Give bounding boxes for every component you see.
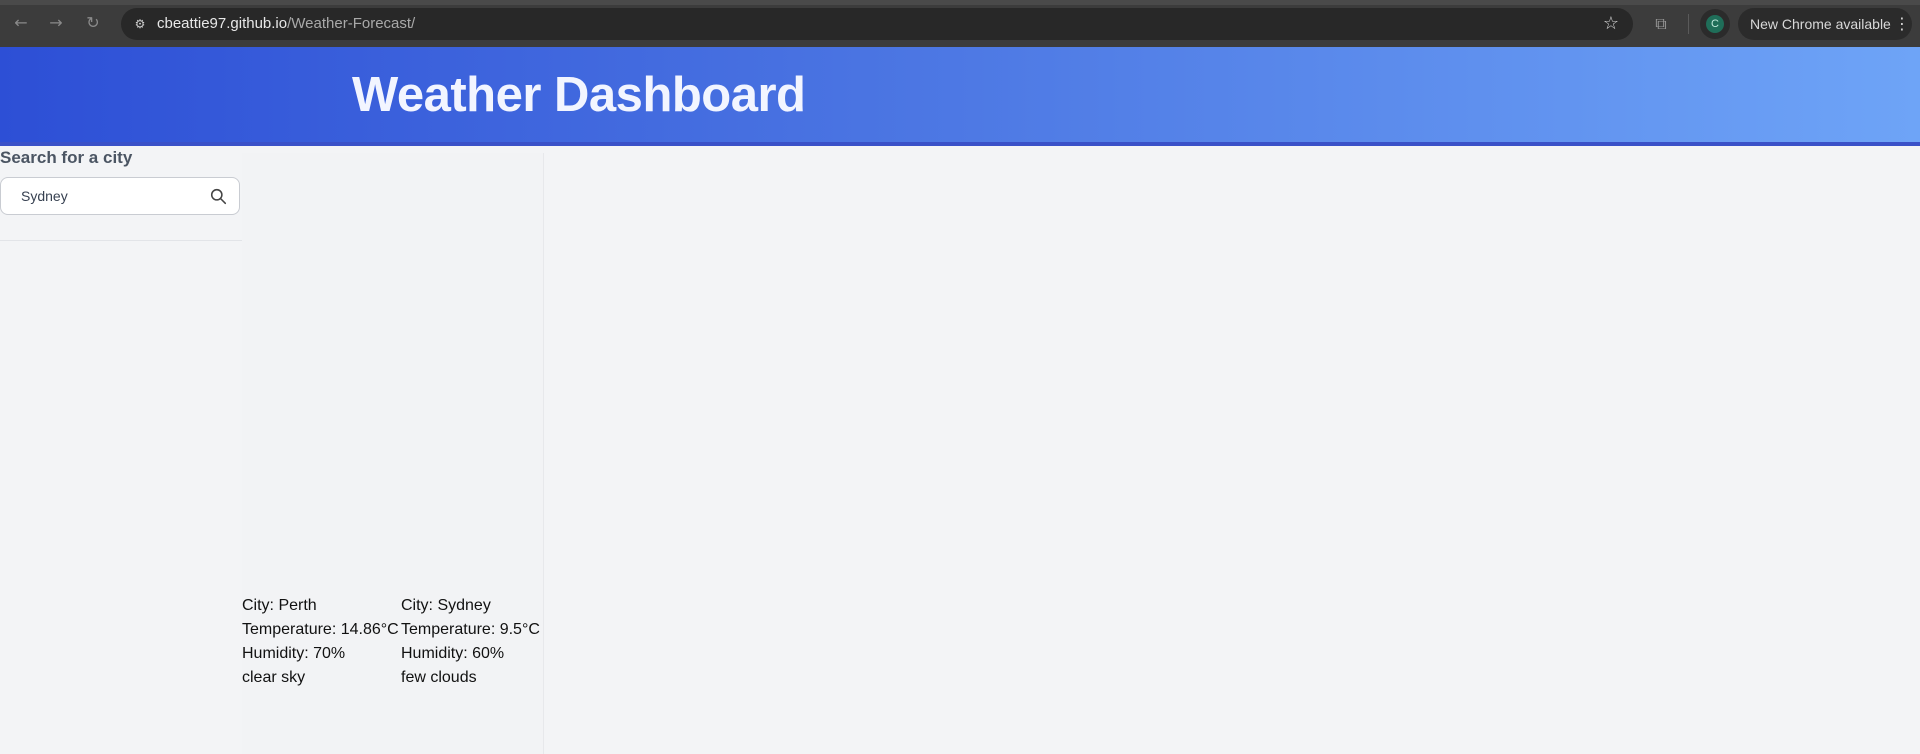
site-info-icon[interactable]: ⚙: [131, 15, 149, 33]
city-name: City: Sydney: [401, 597, 491, 614]
search-sidebar: Search for a city: [0, 146, 242, 754]
site-header: Weather Dashboard: [0, 47, 1920, 146]
search-label: Search for a city: [0, 148, 133, 167]
update-label: New Chrome available: [1750, 16, 1891, 32]
forward-icon[interactable]: →: [47, 14, 65, 32]
results-panel: City: Perth Temperature: 14.86°C Humidit…: [242, 153, 544, 754]
profile-button[interactable]: C: [1700, 9, 1730, 39]
page-title: Weather Dashboard: [352, 68, 806, 122]
city-humidity: Humidity: 60%: [401, 645, 505, 662]
bookmark-star-icon[interactable]: ☆: [1601, 14, 1621, 34]
city-description: clear sky: [242, 669, 306, 686]
city-card-sydney: City: Sydney Temperature: 9.5°C Humidity…: [401, 594, 540, 690]
toolbar-divider: [1688, 14, 1689, 34]
search-field[interactable]: [0, 177, 240, 215]
url-host: cbeattie97.github.io: [157, 15, 288, 32]
tab-strip: [0, 0, 1920, 5]
city-humidity: Humidity: 70%: [242, 645, 346, 662]
url-path: /Weather-Forecast/: [287, 15, 416, 32]
search-icon[interactable]: [210, 188, 227, 205]
url-text[interactable]: cbeattie97.github.io/Weather-Forecast/: [157, 8, 415, 40]
address-bar[interactable]: ⚙ cbeattie97.github.io/Weather-Forecast/…: [121, 8, 1633, 40]
city-description: few clouds: [401, 669, 477, 686]
chrome-update-button[interactable]: New Chrome available ⋮: [1738, 8, 1912, 40]
back-icon[interactable]: ←: [12, 14, 30, 32]
browser-toolbar: ← → ↻ ⚙ cbeattie97.github.io/Weather-For…: [0, 0, 1920, 47]
avatar: C: [1706, 15, 1724, 33]
city-temperature: Temperature: 14.86°C: [242, 621, 399, 638]
reload-icon[interactable]: ↻: [84, 14, 102, 32]
city-card-perth: City: Perth Temperature: 14.86°C Humidit…: [242, 594, 399, 690]
city-name: City: Perth: [242, 597, 317, 614]
sidebar-divider: [0, 240, 242, 241]
more-menu-icon[interactable]: ⋮: [1894, 14, 1910, 34]
city-temperature: Temperature: 9.5°C: [401, 621, 540, 638]
search-input[interactable]: [21, 178, 201, 214]
extensions-icon[interactable]: ⧉: [1651, 14, 1671, 34]
